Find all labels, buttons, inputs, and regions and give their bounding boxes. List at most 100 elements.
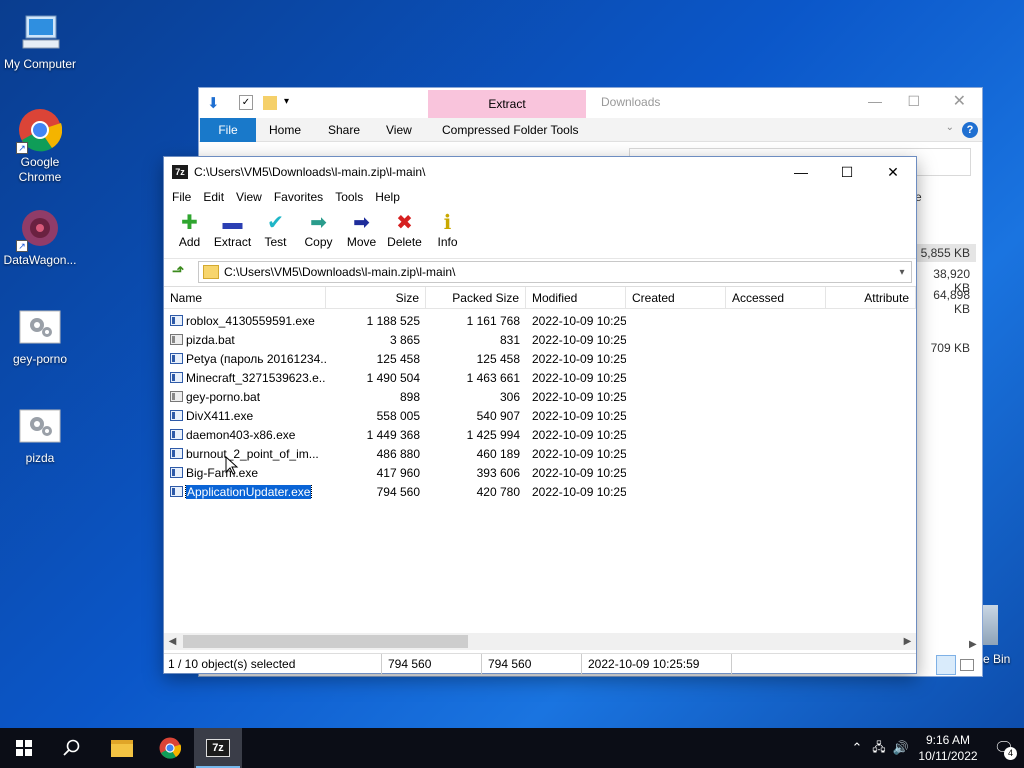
- scroll-track[interactable]: [181, 635, 899, 648]
- file-list: Name Size Packed Size Modified Created A…: [164, 286, 916, 635]
- taskbar-chrome[interactable]: [146, 728, 194, 768]
- table-row[interactable]: Minecraft_3271539623.e... 1 490 504 1 463 …: [164, 368, 916, 387]
- table-row[interactable]: Big-Farm.exe 417 960 393 606 2022-10-09 10:…: [164, 463, 916, 482]
- chevron-up-icon[interactable]: ⌃: [846, 740, 868, 756]
- properties-icon[interactable]: ✓: [239, 95, 253, 110]
- info-button[interactable]: ℹ Info: [426, 207, 469, 258]
- test-button[interactable]: ✔ Test: [254, 207, 297, 258]
- file-name: ApplicationUpdater.exe: [184, 484, 313, 499]
- close-button[interactable]: ✕: [953, 91, 966, 111]
- new-folder-icon[interactable]: [263, 96, 277, 110]
- copy-button[interactable]: ➡ Copy: [297, 207, 340, 258]
- ribbon-tabs: File Home Share View Compressed Folder T…: [199, 118, 982, 142]
- extract-button[interactable]: ▬ Extract: [211, 207, 254, 258]
- column-header-size[interactable]: Size: [326, 287, 426, 308]
- menu-file[interactable]: File: [166, 190, 197, 204]
- column-header-created[interactable]: Created: [626, 287, 726, 308]
- chevron-down-icon[interactable]: ▾: [893, 267, 911, 278]
- column-header-modified[interactable]: Modified: [526, 287, 626, 308]
- status-size: 794 560: [382, 653, 482, 674]
- close-button[interactable]: ✕: [870, 157, 916, 187]
- scroll-right-arrow[interactable]: ▶: [969, 639, 977, 650]
- cell-name: daemon403-x86.exe: [164, 428, 326, 442]
- large-icons-view-button[interactable]: [960, 659, 974, 671]
- quick-access-dropdown-icon[interactable]: ▾: [284, 96, 289, 107]
- table-row[interactable]: gey-porno.bat 898 306 2022-10-09 10:25: [164, 387, 916, 406]
- taskbar: 7z ⌃ 🖧 🔊 9:16 AM 10/11/2022 🗨 4: [0, 728, 1024, 768]
- menu-view[interactable]: View: [230, 190, 268, 204]
- system-tray: ⌃ 🖧 🔊 9:16 AM 10/11/2022 🗨 4: [846, 728, 1024, 768]
- scroll-left-icon[interactable]: ◀: [164, 636, 181, 647]
- desktop-icon-pizda[interactable]: pizda: [0, 404, 80, 466]
- tab-view[interactable]: View: [386, 118, 412, 142]
- table-row[interactable]: DivX411.exe 558 005 540 907 2022-10-09 10:2…: [164, 406, 916, 425]
- taskbar-7zip[interactable]: 7z: [194, 728, 242, 768]
- shortcut-arrow-icon: ↗: [16, 240, 28, 252]
- cell-modified: 2022-10-09 10:25: [532, 313, 626, 328]
- desktop-icon-gey-porno[interactable]: gey-porno: [0, 305, 80, 367]
- menu-favorites[interactable]: Favorites: [268, 190, 329, 204]
- copy-icon: ➡: [310, 212, 327, 234]
- move-label: Move: [346, 235, 377, 249]
- help-icon[interactable]: ?: [962, 122, 978, 138]
- cell-name: roblox_4130559591.exe: [164, 314, 326, 328]
- start-button[interactable]: [0, 728, 48, 768]
- tab-file[interactable]: File: [200, 118, 256, 142]
- ribbon-expand-icon[interactable]: ⌄: [946, 122, 954, 133]
- menu-help[interactable]: Help: [369, 190, 406, 204]
- chrome-icon: ↗: [16, 108, 63, 154]
- desktop-icon-datawagon[interactable]: ↗ DataWagon...: [0, 206, 80, 268]
- size-value: 64,898 KB: [933, 288, 970, 316]
- taskbar-file-explorer[interactable]: [98, 728, 146, 768]
- menu-tools[interactable]: Tools: [329, 190, 369, 204]
- scroll-right-icon[interactable]: ▶: [899, 636, 916, 647]
- address-combobox[interactable]: C:\Users\VM5\Downloads\l-main.zip\l-main…: [198, 261, 912, 283]
- column-header-attributes[interactable]: Attribute: [826, 287, 916, 308]
- horizontal-scrollbar[interactable]: ◀ ▶: [164, 633, 916, 650]
- file-rows: roblox_4130559591.exe 1 188 525 1 161 768 2…: [164, 309, 916, 501]
- up-folder-icon[interactable]: ⬏: [168, 262, 188, 282]
- cell-packed-size: 1 463 661: [466, 370, 520, 385]
- column-header-packed-size[interactable]: Packed Size: [426, 287, 526, 308]
- test-label: Test: [264, 235, 287, 249]
- maximize-button[interactable]: ☐: [824, 157, 870, 187]
- notification-center-button[interactable]: 🗨 4: [984, 728, 1024, 768]
- menu-edit[interactable]: Edit: [197, 190, 230, 204]
- cell-size: 794 560: [376, 484, 420, 499]
- column-header-accessed[interactable]: Accessed: [726, 287, 826, 308]
- minimize-button[interactable]: —: [868, 93, 882, 109]
- delete-icon: ✖: [396, 212, 413, 234]
- search-button[interactable]: [48, 728, 96, 768]
- volume-icon[interactable]: 🔊: [890, 740, 912, 756]
- tab-share[interactable]: Share: [328, 118, 360, 142]
- scroll-thumb[interactable]: [183, 635, 468, 648]
- delete-button[interactable]: ✖ Delete: [383, 207, 426, 258]
- table-row[interactable]: ApplicationUpdater.exe 794 560 420 780 2022…: [164, 482, 916, 501]
- table-row[interactable]: burnout_2_point_of_im... 486 880 460 189 20…: [164, 444, 916, 463]
- clock[interactable]: 9:16 AM 10/11/2022: [912, 732, 984, 764]
- details-view-button[interactable]: [936, 655, 956, 675]
- cell-size: 1 490 504: [366, 370, 420, 385]
- tab-compressed-folder-tools[interactable]: Compressed Folder Tools: [442, 118, 579, 142]
- move-button[interactable]: ➡ Move: [340, 207, 383, 258]
- back-arrow-icon[interactable]: ⬇: [207, 94, 220, 112]
- desktop-icon-label: My Computer: [3, 57, 77, 71]
- table-row[interactable]: roblox_4130559591.exe 1 188 525 1 161 768 2…: [164, 311, 916, 330]
- batch-file-icon: [170, 390, 183, 402]
- maximize-button[interactable]: ☐: [907, 93, 920, 110]
- desktop-icon-my-computer[interactable]: My Computer: [0, 10, 80, 72]
- cell-packed-size: 306: [499, 389, 520, 404]
- network-icon[interactable]: 🖧: [868, 738, 890, 759]
- table-row[interactable]: pizda.bat 3 865 831 2022-10-09 10:25: [164, 330, 916, 349]
- extract-context-tab[interactable]: Extract: [428, 90, 586, 118]
- table-row[interactable]: Petya (пароль 20161234... 125 458 125 458 2…: [164, 349, 916, 368]
- desktop-icon-google-chrome[interactable]: ↗ Google Chrome: [0, 108, 80, 185]
- tab-home[interactable]: Home: [269, 118, 301, 142]
- test-icon: ✔: [267, 212, 284, 234]
- cell-packed-size: 420 780: [476, 484, 520, 499]
- column-header-name[interactable]: Name: [164, 287, 326, 308]
- table-row[interactable]: daemon403-x86.exe 1 449 368 1 425 994 2022-…: [164, 425, 916, 444]
- add-button[interactable]: ✚ Add: [168, 207, 211, 258]
- cell-size: 898: [399, 389, 420, 404]
- minimize-button[interactable]: —: [778, 157, 824, 187]
